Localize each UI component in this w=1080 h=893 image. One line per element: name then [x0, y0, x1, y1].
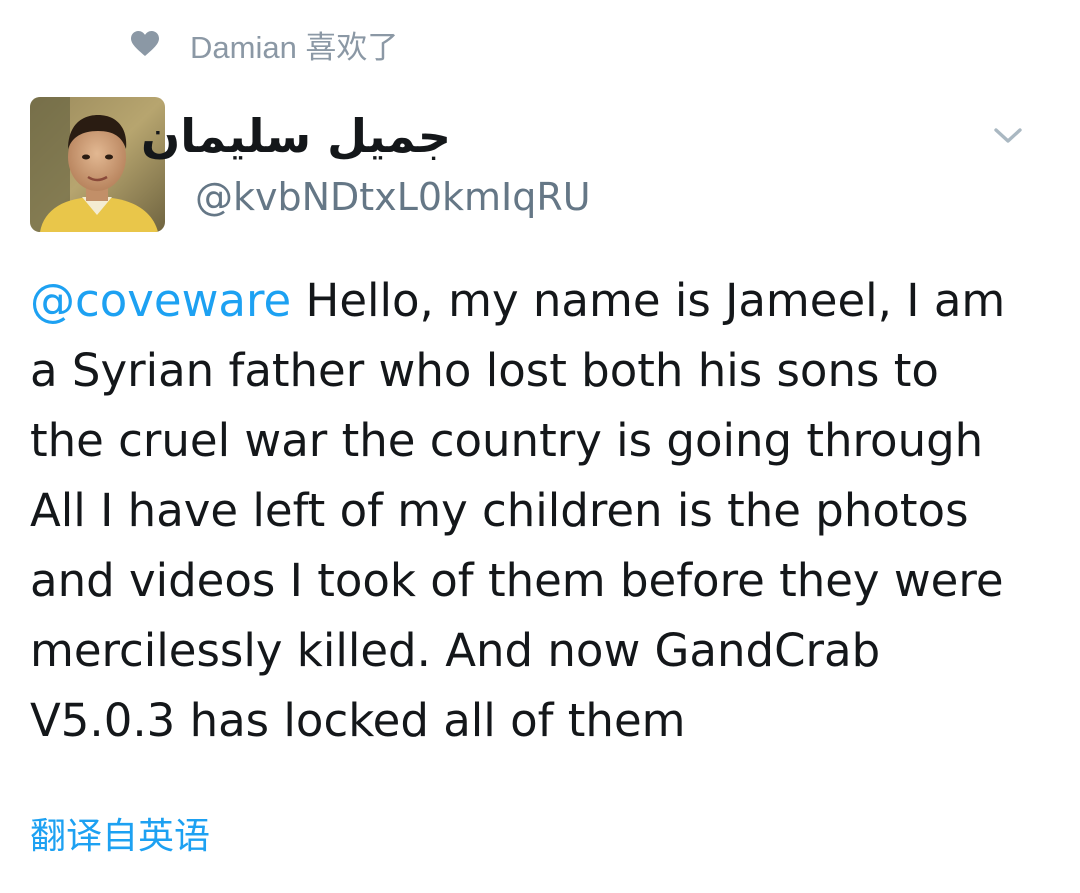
tweet-line: a Syrian father who lost both his sons t…: [30, 344, 939, 397]
tweet-line-text: Hello, my name is Jameel, I am: [291, 274, 1006, 327]
tweet-line: V5.0.3 has locked all of them: [30, 694, 686, 747]
liked-by-text: Damian 喜欢了: [190, 29, 399, 65]
mention-link[interactable]: @coveware: [30, 274, 291, 327]
chevron-down-icon[interactable]: [990, 118, 1026, 154]
author-display-name[interactable]: جميل سليمان: [141, 108, 451, 164]
translate-link[interactable]: 翻译自英语: [30, 813, 210, 861]
social-context: Damian 喜欢了: [130, 22, 398, 66]
tweet-line: and videos I took of them before they we…: [30, 554, 1004, 607]
author-handle[interactable]: @kvbNDtxL0kmIqRU: [195, 173, 591, 221]
heart-icon: [130, 29, 160, 59]
tweet-line: All I have left of my children is the ph…: [30, 484, 969, 537]
tweet-line: mercilessly killed. And now GandCrab: [30, 624, 881, 677]
tweet-line: @coveware Hello, my name is Jameel, I am: [30, 266, 1050, 336]
tweet-text: @coveware Hello, my name is Jameel, I am…: [30, 266, 1050, 756]
tweet-line: the cruel war the country is going throu…: [30, 414, 984, 467]
